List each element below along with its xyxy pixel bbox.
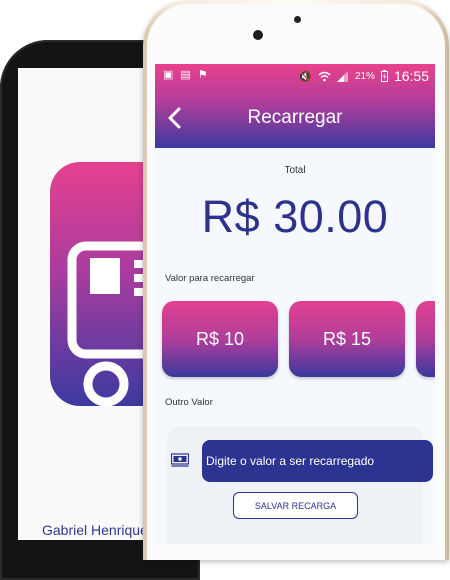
total-amount: R$ 30.00 [201, 191, 389, 242]
user-name: Gabriel Henrique [42, 522, 148, 538]
amount-option-button[interactable]: R$ 10 [162, 301, 278, 377]
money-icon [171, 453, 189, 467]
total-label: Total [284, 165, 306, 176]
recharge-screen: ▣ ▤ ⚑ 🔇 21% 16:55 Recarregar Total R$ 30… [155, 64, 435, 544]
flag-notification-icon: ⚑ [197, 69, 208, 81]
status-indicators: 🔇 21% 16:55 [298, 68, 429, 84]
front-phone-camera [294, 16, 301, 23]
save-recharge-button[interactable]: SALVAR RECARGA [233, 492, 358, 519]
wifi-icon [318, 71, 331, 81]
recharge-value-input[interactable] [202, 440, 433, 482]
app-header: ▣ ▤ ⚑ 🔇 21% 16:55 Recarregar [155, 64, 435, 148]
battery-percent: 21% [354, 70, 375, 82]
recharge-amount-label: Valor para recarregar [165, 273, 255, 284]
battery-icon [380, 70, 388, 82]
image-notification-icon: ▣ [163, 69, 174, 81]
amount-option-label: R$ 10 [195, 328, 245, 349]
clock: 16:55 [393, 68, 429, 84]
signal-icon [336, 70, 348, 82]
amount-option-button-partial[interactable] [416, 301, 435, 377]
status-bar: ▣ ▤ ⚑ 🔇 21% 16:55 [155, 64, 435, 86]
status-notifications: ▣ ▤ ⚑ [163, 68, 208, 81]
mute-icon: 🔇 [298, 70, 312, 83]
amount-option-label: R$ 15 [322, 328, 372, 349]
other-value-label: Outro Valor [165, 397, 213, 408]
page-title: Recarregar [247, 107, 343, 128]
front-phone-sensor [253, 30, 263, 40]
amount-option-button[interactable]: R$ 15 [289, 301, 405, 377]
app-notification-icon: ▤ [180, 69, 191, 81]
